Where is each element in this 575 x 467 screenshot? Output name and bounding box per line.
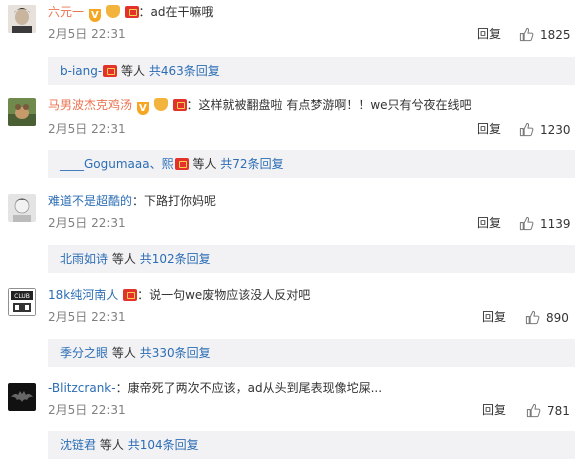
sub-replies-bar[interactable]: 沈链君 等人 共104条回复 — [48, 431, 575, 459]
sub-reply-text: 等人 — [111, 252, 136, 266]
sub-reply-user[interactable]: ____Gogumaaa、熙 — [60, 157, 174, 171]
sub-replies-bar[interactable]: ____Gogumaaa、熙 等人 共72条回复 — [48, 150, 575, 178]
sub-reply-count-link[interactable]: 共72条回复 — [220, 157, 283, 171]
username[interactable]: 难道不是超酷的 — [48, 194, 132, 208]
reply-button[interactable]: 回复 — [482, 310, 506, 324]
svg-text:CLUB: CLUB — [14, 293, 30, 300]
thumbs-up-icon — [519, 122, 534, 137]
separator: ： — [115, 381, 128, 395]
red-envelope-icon — [123, 289, 138, 301]
like-button[interactable]: 1139 — [519, 216, 571, 231]
comment-text: 下路打你妈呢 — [144, 194, 217, 208]
comment-text: 这样就被翻盘啦 有点梦游啊！！we只有兮夜在线吧 — [198, 98, 472, 112]
like-button[interactable]: 1825 — [519, 27, 571, 42]
avatar[interactable]: CLUB — [8, 288, 36, 316]
red-envelope-icon — [103, 65, 118, 77]
comment-text: ad在干嘛哦 — [150, 5, 214, 19]
like-count: 1139 — [540, 217, 571, 231]
comment-text: 康帝死了两次不应该，ad从头到尾表现像坨屎... — [127, 381, 383, 395]
thumbs-up-icon — [526, 403, 541, 418]
comment-time: 2月5日 22:31 — [48, 216, 126, 230]
thumbs-up-icon — [525, 310, 540, 325]
avatar[interactable] — [8, 5, 36, 33]
avatar[interactable] — [8, 194, 36, 222]
like-count: 781 — [547, 404, 570, 418]
comment-text: 说一句we废物应该没人反对吧 — [149, 288, 311, 302]
username[interactable]: 18k纯河南人 — [48, 288, 118, 302]
avatar[interactable] — [8, 383, 36, 411]
sub-replies-bar[interactable]: 北雨如诗 等人 共102条回复 — [48, 245, 575, 273]
username[interactable]: -Blitzcrank- — [48, 381, 116, 395]
like-count: 890 — [546, 311, 569, 325]
sub-replies-bar[interactable]: 季分之眼 等人 共330条回复 — [48, 339, 575, 367]
sub-reply-user[interactable]: 北雨如诗 — [60, 252, 108, 266]
separator: ： — [186, 98, 199, 112]
separator: ： — [137, 288, 150, 302]
separator: ： — [138, 5, 151, 19]
sub-replies-bar[interactable]: b-iang- 等人 共463条回复 — [48, 57, 575, 85]
verified-badge-icon: V — [88, 9, 101, 22]
red-envelope-icon — [124, 6, 139, 18]
like-button[interactable]: 1230 — [519, 122, 571, 137]
red-envelope-icon — [174, 158, 189, 170]
comment-time: 2月5日 22:31 — [48, 310, 126, 324]
sub-reply-text: 等人 — [99, 438, 124, 452]
reply-button[interactable]: 回复 — [477, 27, 501, 41]
sub-reply-user[interactable]: b-iang- — [60, 64, 102, 78]
comment-time: 2月5日 22:31 — [48, 403, 126, 417]
crown-badge-icon — [105, 5, 120, 18]
thumbs-up-icon — [519, 216, 534, 231]
avatar[interactable] — [8, 98, 36, 126]
sub-reply-text: 等人 — [192, 157, 217, 171]
sub-reply-count-link[interactable]: 共330条回复 — [140, 346, 211, 360]
like-count: 1230 — [540, 123, 571, 137]
separator: ： — [132, 194, 145, 208]
sub-reply-count-link[interactable]: 共463条回复 — [149, 64, 220, 78]
reply-button[interactable]: 回复 — [482, 403, 506, 417]
sub-reply-count-link[interactable]: 共102条回复 — [140, 252, 211, 266]
comment-time: 2月5日 22:31 — [48, 122, 126, 136]
crown-badge-icon — [153, 98, 168, 111]
sub-reply-text: 等人 — [121, 64, 146, 78]
red-envelope-icon — [172, 99, 187, 111]
sub-reply-text: 等人 — [111, 346, 136, 360]
verified-badge-icon: V — [136, 102, 149, 115]
sub-reply-count-link[interactable]: 共104条回复 — [128, 438, 199, 452]
sub-reply-user[interactable]: 沈链君 — [60, 438, 96, 452]
username[interactable]: 六元一 — [48, 5, 84, 19]
username[interactable]: 马男波杰克鸡汤 — [48, 98, 132, 112]
reply-button[interactable]: 回复 — [477, 122, 501, 136]
thumbs-up-icon — [519, 27, 534, 42]
like-count: 1825 — [540, 28, 571, 42]
comment-time: 2月5日 22:31 — [48, 27, 126, 41]
like-button[interactable]: 781 — [526, 403, 570, 418]
reply-button[interactable]: 回复 — [477, 216, 501, 230]
sub-reply-user[interactable]: 季分之眼 — [60, 346, 108, 360]
like-button[interactable]: 890 — [525, 310, 569, 325]
